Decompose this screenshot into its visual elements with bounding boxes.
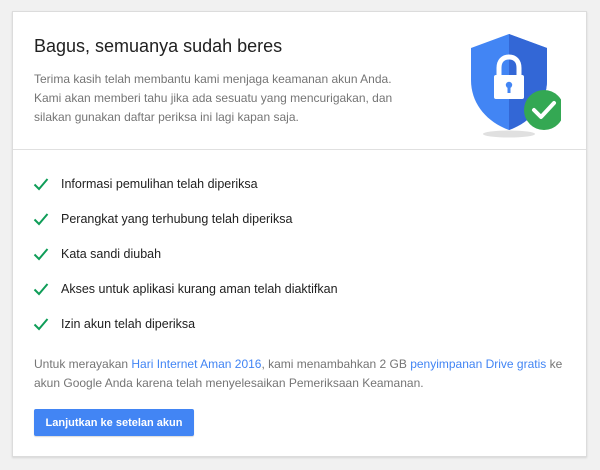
shield-shadow bbox=[483, 130, 535, 138]
security-checkup-card: Bagus, semuanya sudah beres Terima kasih… bbox=[12, 11, 587, 457]
security-checklist: Informasi pemulihan telah diperiksa Pera… bbox=[33, 175, 338, 350]
safer-internet-day-link[interactable]: Hari Internet Aman 2016 bbox=[131, 357, 261, 371]
checklist-item-label: Akses untuk aplikasi kurang aman telah d… bbox=[61, 282, 338, 296]
list-item: Perangkat yang terhubung telah diperiksa bbox=[33, 210, 338, 245]
continue-to-account-settings-button[interactable]: Lanjutkan ke setelan akun bbox=[34, 409, 194, 436]
checklist-item-label: Perangkat yang terhubung telah diperiksa bbox=[61, 212, 293, 226]
reward-text-part: , kami menambahkan 2 GB bbox=[261, 357, 411, 371]
check-icon bbox=[33, 178, 49, 191]
intro-text: Terima kasih telah membantu kami menjaga… bbox=[34, 72, 393, 124]
list-item: Informasi pemulihan telah diperiksa bbox=[33, 175, 338, 210]
check-icon bbox=[33, 248, 49, 261]
security-shield-illustration bbox=[471, 34, 561, 138]
list-item: Akses untuk aplikasi kurang aman telah d… bbox=[33, 280, 338, 315]
reward-text-part: Untuk merayakan bbox=[34, 357, 132, 371]
list-item: Izin akun telah diperiksa bbox=[33, 315, 338, 350]
check-icon bbox=[33, 283, 49, 296]
check-icon bbox=[33, 213, 49, 226]
free-drive-storage-link[interactable]: penyimpanan Drive gratis bbox=[410, 357, 546, 371]
checklist-item-label: Informasi pemulihan telah diperiksa bbox=[61, 177, 258, 191]
checklist-item-label: Izin akun telah diperiksa bbox=[61, 317, 196, 331]
checklist-item-label: Kata sandi diubah bbox=[61, 247, 162, 261]
reward-message: Untuk merayakan Hari Internet Aman 2016,… bbox=[34, 355, 569, 393]
check-icon bbox=[33, 318, 49, 331]
card-header: Bagus, semuanya sudah beres Terima kasih… bbox=[13, 12, 586, 150]
page-title: Bagus, semuanya sudah beres bbox=[34, 36, 283, 56]
list-item: Kata sandi diubah bbox=[33, 245, 338, 280]
